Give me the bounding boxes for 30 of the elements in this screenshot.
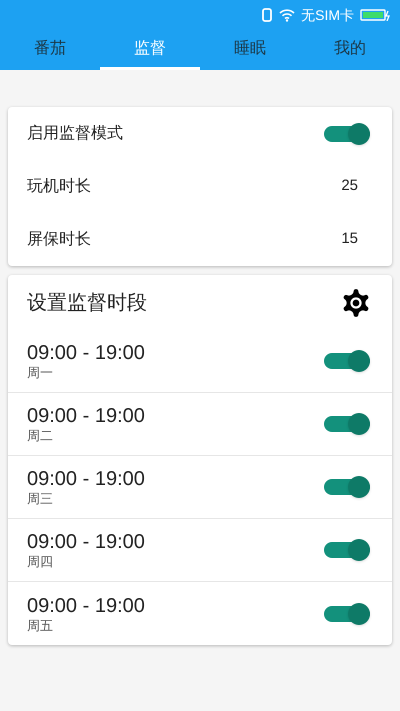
vibrate-icon [261,8,274,22]
time-range: 09:00 - 19:00 [27,404,145,428]
weekday-label: 周五 [27,618,54,634]
time-range: 09:00 - 19:00 [27,467,145,491]
battery-icon [360,9,392,21]
toggle-switch[interactable] [324,413,370,435]
toggle-switch[interactable] [324,476,370,498]
setting-label: 启用监督模式 [27,124,123,144]
carrier-text: 无SIM卡 [301,6,354,24]
toggle-switch[interactable] [324,350,370,372]
weekday-label: 周一 [27,365,54,381]
tab[interactable]: 我的 [300,30,400,70]
weekday-label: 周四 [27,554,54,570]
weekday-label: 周二 [27,428,54,444]
time-range: 09:00 - 19:00 [27,341,145,365]
tab[interactable]: 监督 [100,30,200,70]
time-range: 09:00 - 19:00 [27,530,145,554]
toggle-switch[interactable] [324,122,370,144]
toggle-switch[interactable] [324,539,370,561]
wifi-icon [279,8,296,22]
weekday-label: 周三 [27,491,54,507]
setting-value[interactable]: 15 [341,228,370,251]
setting-label: 玩机时长 [27,176,91,196]
tab[interactable]: 番茄 [0,30,100,70]
setting-label: 屏保时长 [27,230,91,250]
toggle-switch[interactable] [324,602,370,624]
time-range: 09:00 - 19:00 [27,594,145,618]
setting-value[interactable]: 25 [341,175,370,198]
tab[interactable]: 睡眠 [200,30,300,70]
section-title: 设置监督时段 [27,290,147,316]
